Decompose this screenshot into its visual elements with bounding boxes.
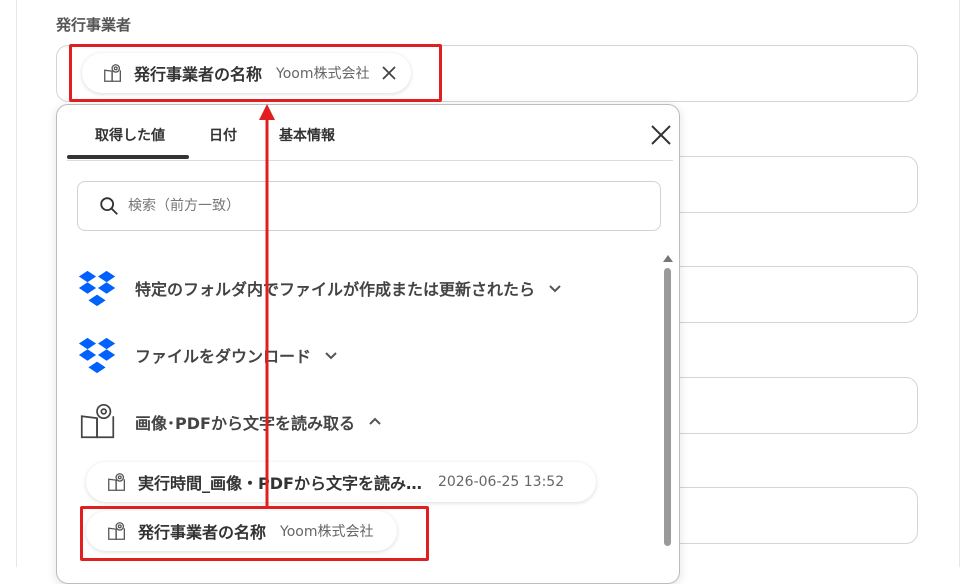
output-item-execution-time[interactable]: 実行時間_画像・PDFから文字を読み… 2026-06-25 13:52 <box>86 462 597 502</box>
step-ocr[interactable]: 画像･PDFから文字を読み取る <box>77 401 383 443</box>
chevron-down-icon[interactable] <box>323 347 339 363</box>
tab-obtained-values[interactable]: 取得した値 <box>95 125 165 145</box>
chip-value: Yoom株式会社 <box>276 66 370 82</box>
chevron-down-icon[interactable] <box>547 280 563 296</box>
chip-name: 発行事業者の名称 <box>134 65 263 84</box>
ocr-book-icon <box>104 64 121 82</box>
output-name: 実行時間_画像・PDFから文字を読み… <box>138 474 422 493</box>
close-icon[interactable] <box>649 123 673 147</box>
tab-date[interactable]: 日付 <box>209 125 237 145</box>
scrollbar-thumb[interactable] <box>664 268 671 546</box>
output-item-issuer-name[interactable]: 発行事業者の名称 Yoom株式会社 <box>86 511 398 551</box>
search-icon <box>100 197 118 215</box>
dropdown-tabs: 取得した値 日付 基本情報 <box>67 105 673 161</box>
step-label: 特定のフォルダ内でファイルが作成または更新されたら <box>135 280 536 299</box>
active-tab-indicator <box>67 155 189 159</box>
ocr-book-icon <box>108 473 125 491</box>
step-folder-trigger[interactable]: 特定のフォルダ内でファイルが作成または更新されたら <box>77 267 563 309</box>
ocr-book-icon <box>108 522 125 540</box>
dropbox-icon <box>78 337 116 374</box>
selected-value-chip[interactable]: 発行事業者の名称 Yoom株式会社 <box>82 53 412 93</box>
search-box[interactable] <box>77 181 661 231</box>
tab-basic-info[interactable]: 基本情報 <box>279 125 335 145</box>
scroll-up-icon[interactable] <box>662 254 674 264</box>
dropdown-scrollbar[interactable] <box>662 254 674 554</box>
step-label: 画像･PDFから文字を読み取る <box>135 414 355 433</box>
search-input[interactable] <box>126 197 626 215</box>
output-value: Yoom株式会社 <box>280 524 374 540</box>
output-name: 発行事業者の名称 <box>138 523 267 542</box>
remove-chip-icon[interactable] <box>381 65 397 81</box>
ocr-book-icon <box>80 403 115 439</box>
field-label: 発行事業者 <box>56 16 132 34</box>
chevron-up-icon[interactable] <box>367 414 383 430</box>
dropbox-icon <box>78 270 116 307</box>
step-label: ファイルをダウンロード <box>135 347 312 366</box>
output-value: 2026-06-25 13:52 <box>437 474 565 490</box>
step-download-file[interactable]: ファイルをダウンロード <box>77 334 339 376</box>
